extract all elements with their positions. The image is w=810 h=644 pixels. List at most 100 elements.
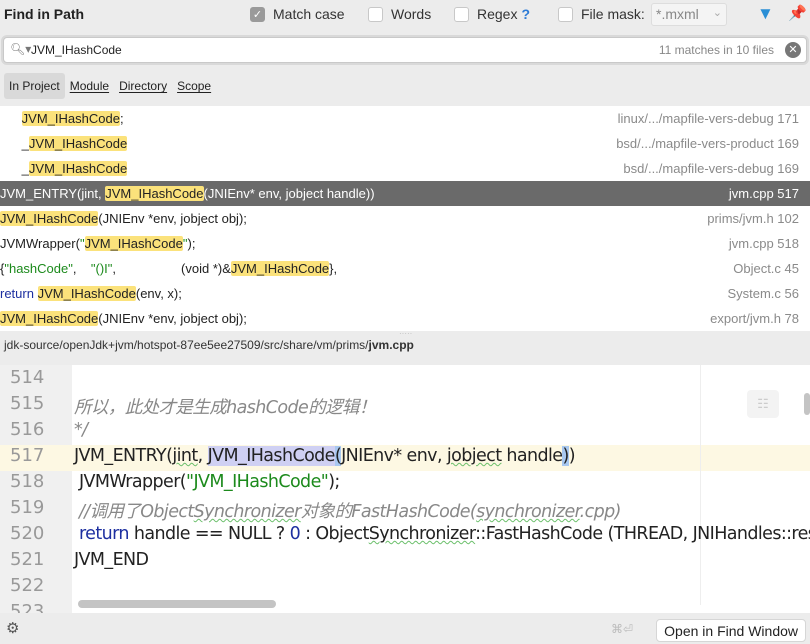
settings-gear-icon[interactable]: ⚙ (6, 619, 19, 637)
pin-icon[interactable]: 📌 (788, 4, 807, 22)
result-row[interactable]: JVM_IHashCode(JNIEnv *env, jobject obj);… (0, 306, 810, 331)
results-list: JVM_IHashCode;linux/.../mapfile-vers-deb… (0, 106, 810, 331)
code-token: _ (0, 136, 29, 151)
code-token: ; (120, 111, 124, 126)
code-token: 所以，此处才是生成hashCode的逻辑！ (74, 398, 376, 418)
result-snippet: _JVM_IHashCode (0, 161, 127, 176)
code-token: return (79, 524, 129, 544)
result-row[interactable]: return JVM_IHashCode(env, x);System.c 56 (0, 281, 810, 306)
code-token: jobject (447, 446, 502, 466)
file-path: jdk-source/openJdk+jvm/hotspot-87ee5ee27… (4, 338, 414, 352)
code-preview[interactable]: ☷ 514 515 所以，此处才是生成hashCode的逻辑！ 516 */ 517 JVM… (0, 365, 810, 613)
result-row[interactable]: _JVM_IHashCode bsd/.../mapfile-vers-debug… (0, 156, 810, 181)
result-row[interactable]: JVM_IHashCode(JNIEnv *env, jobject obj);… (0, 206, 810, 231)
line-number: 517 (10, 445, 44, 466)
result-snippet: JVM_IHashCode(JNIEnv *env, jobject obj); (0, 211, 247, 226)
tab-scope[interactable]: Scope (172, 73, 216, 99)
result-row[interactable]: JVM_ENTRY(jint, JVM_IHashCode(JNIEnv* en… (0, 181, 810, 206)
code-token: , (198, 446, 208, 466)
match-highlight: JVM_IHashCode (85, 236, 183, 251)
splitter-handle[interactable]: ····· (399, 329, 412, 338)
result-row[interactable]: {"hashCode", "()I", (void *)&JVM_IHashCo… (0, 256, 810, 281)
code-token: "()I" (91, 261, 113, 276)
search-input[interactable]: 🔍︎▾ JVM_IHashCode 11 matches in 10 files… (3, 37, 807, 63)
code-token: " (80, 236, 85, 251)
code-token: .cpp) (580, 502, 621, 522)
result-file: jvm.cpp 517 (729, 186, 799, 201)
code-token: _ (0, 161, 29, 176)
match-case-label: Match case (273, 6, 345, 22)
regex-help-link[interactable]: ? (521, 6, 530, 22)
result-snippet: JVM_ENTRY(jint, JVM_IHashCode(JNIEnv* en… (0, 186, 375, 201)
match-highlight: JVM_IHashCode (105, 186, 203, 201)
path-dir: jdk-source/openJdk+jvm/hotspot-87ee5ee27… (4, 338, 369, 352)
code-token: , (void *)& (112, 261, 230, 276)
code-token: ); (328, 472, 340, 492)
horizontal-scrollbar[interactable] (78, 600, 276, 608)
regex-checkbox[interactable]: Regex? (454, 6, 530, 22)
code-token: handle == NULL ? (129, 524, 290, 544)
line-number: 516 (10, 419, 44, 440)
words-checkbox[interactable]: Words (368, 6, 431, 22)
tab-directory[interactable]: Directory (114, 73, 172, 99)
code-line: JVM_ENTRY(jint, JVM_IHashCode(JNIEnv* en… (74, 446, 575, 466)
file-mask-checkbox[interactable]: File mask: (558, 6, 645, 22)
code-token: "JVM_IHashCode" (186, 472, 328, 492)
result-snippet: {"hashCode", "()I", (void *)&JVM_IHashCo… (0, 261, 337, 276)
code-token (0, 111, 22, 126)
code-token: return (0, 286, 34, 301)
code-token: }, (329, 261, 337, 276)
words-label: Words (391, 6, 431, 22)
result-snippet: _JVM_IHashCode (0, 136, 127, 151)
vertical-scrollbar[interactable] (804, 393, 810, 415)
right-margin (700, 365, 701, 605)
checkbox-icon (558, 7, 573, 22)
match-case-checkbox[interactable]: ✓ Match case (250, 6, 345, 22)
shortcut-hint: ⌘⏎ (611, 622, 633, 636)
line-number: 522 (10, 575, 44, 596)
line-number: 514 (10, 367, 44, 388)
code-line: */ (74, 420, 87, 440)
result-file: Object.c 45 (733, 261, 799, 276)
result-file: export/jvm.h 78 (710, 311, 799, 326)
tab-in-project[interactable]: In Project (4, 73, 65, 99)
match-highlight: JVM_IHashCode (29, 136, 127, 151)
file-mask-dropdown[interactable]: *.mxml⌄ (651, 3, 727, 26)
match-highlight: JVM_IHashCode (231, 261, 329, 276)
result-snippet: JVMWrapper("JVM_IHashCode"); (0, 236, 195, 251)
path-file: jvm.cpp (369, 338, 414, 352)
code-token: handle (501, 446, 562, 466)
result-row[interactable]: JVM_IHashCode;linux/.../mapfile-vers-deb… (0, 106, 810, 131)
dialog-title: Find in Path (4, 6, 84, 22)
checkbox-icon (454, 7, 469, 22)
result-file: bsd/.../mapfile-vers-debug 169 (623, 161, 799, 176)
code-token: JVMWrapper( (74, 472, 186, 492)
search-query: JVM_IHashCode (31, 43, 122, 57)
filter-icon[interactable]: ▼ (757, 4, 774, 24)
regex-label: Regex (477, 6, 517, 22)
code-token: synchronizer (476, 502, 579, 522)
code-line: return handle == NULL ? 0 : ObjectSynchr… (74, 524, 810, 544)
reader-mode-icon[interactable]: ☷ (747, 390, 779, 418)
code-token: 0 (290, 524, 301, 544)
result-row[interactable]: _JVM_IHashCodebsd/.../mapfile-vers-produ… (0, 131, 810, 156)
result-file: System.c 56 (727, 286, 799, 301)
code-token: : Object (300, 524, 369, 544)
line-number: 515 (10, 393, 44, 414)
code-token: 对象的FastHashCode( (301, 502, 476, 522)
code-line: 所以，此处才是生成hashCode的逻辑！ (74, 394, 376, 419)
match-highlight: JVM_IHashCode (0, 311, 98, 326)
clear-search-icon[interactable]: ✕ (785, 42, 801, 58)
line-number: 521 (10, 549, 44, 570)
code-token: (env, x); (136, 286, 182, 301)
code-token: JVM_ENTRY(jint, (0, 186, 105, 201)
checkbox-checked-icon: ✓ (250, 7, 265, 22)
code-token: jint (172, 446, 197, 466)
open-in-find-window-button[interactable]: Open in Find Window (656, 619, 806, 642)
code-token: Synchronizer (369, 524, 475, 544)
result-row[interactable]: JVMWrapper("JVM_IHashCode");jvm.cpp 518 (0, 231, 810, 256)
code-line: //调用了ObjectSynchronizer对象的FastHashCode(s… (74, 498, 621, 523)
code-token: ) (569, 446, 575, 466)
line-number: 520 (10, 523, 44, 544)
tab-module[interactable]: Module (65, 73, 114, 99)
